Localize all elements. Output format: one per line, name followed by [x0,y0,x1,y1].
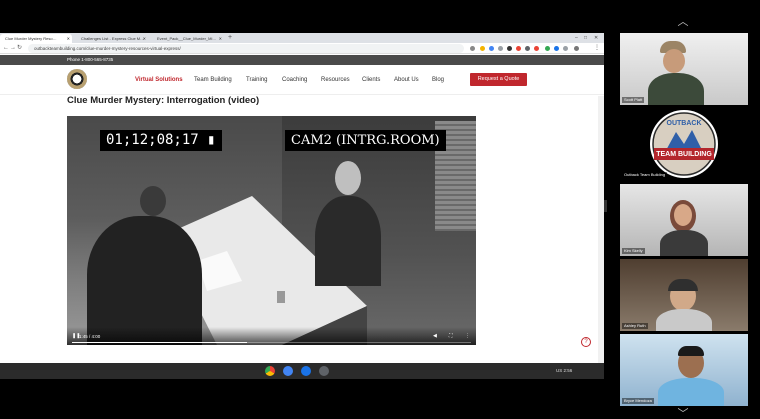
back-arrow-icon[interactable]: ← [3,44,9,53]
url-text: outbackteambuilding.com/clue-murder-myst… [34,46,181,51]
video-progress-fill [72,341,247,343]
page-scrollbar[interactable] [598,96,604,379]
shared-screen: Clue Murder Mystery Reso… ✕ Challenges L… [0,33,604,379]
suspect-head [335,161,361,195]
extension-icon[interactable] [516,46,521,51]
extension-icon[interactable] [507,46,512,51]
participant-tile[interactable]: Kim Skelly [620,184,748,256]
nav-clients[interactable]: Clients [362,77,380,83]
browser-tab-active[interactable]: Clue Murder Mystery Reso… ✕ [0,34,72,43]
participant-name: Bryce Mendoza [622,398,654,404]
recorder-device [277,291,285,303]
detective-body [87,216,202,345]
participant-tile[interactable]: OUTBACK TEAM BUILDING Outback Team Build… [620,108,748,180]
video-progress-bar[interactable] [72,341,471,343]
nav-team-building[interactable]: Team Building [194,77,232,83]
page-title: Clue Murder Mystery: Interrogation (vide… [67,95,260,106]
nav-resources[interactable]: Resources [321,77,350,83]
extension-icon[interactable] [525,46,530,51]
tab-close-icon[interactable]: ✕ [219,34,222,43]
gallery-up-chevron-icon[interactable]: ︿ [674,17,692,28]
participant-tile-active-speaker[interactable]: Bryce Mendoza [620,334,748,406]
participant-name: Outback Team Building [622,172,668,178]
outback-logo [650,110,718,178]
extension-icon[interactable] [554,46,559,51]
timecode-text: 01;12;08;17 [106,132,199,148]
request-quote-button[interactable]: Request a Quote [470,73,527,86]
participant-tile[interactable]: Scott Platt [620,33,748,105]
os-taskbar: US 2:56 [0,363,604,379]
nav-virtual-solutions[interactable]: Virtual Solutions [135,77,183,83]
nav-blog[interactable]: Blog [432,77,444,83]
participant-face [674,204,692,226]
tab-label: Event_Pack__Clue_Murder_Mi… [157,36,217,41]
video-timecode: 01;12;08;17 ▮ [100,130,222,151]
browser-tab[interactable]: Challenges List - Express Clue M… ✕ [76,34,148,43]
nav-about-us[interactable]: About Us [394,77,419,83]
nav-coaching[interactable]: Coaching [282,77,307,83]
system-tray[interactable]: US 2:56 [556,366,572,376]
video-controls: ❚❚ 1:45 / 4:00 ◀ ⛶ ⋮ [67,327,476,345]
participant-body [660,230,708,256]
tab-label: Clue Murder Mystery Reso… [5,36,57,41]
profile-avatar[interactable] [574,46,579,51]
video-time: 1:45 / 4:00 [79,334,101,339]
app-icon[interactable] [319,366,329,376]
files-app-icon[interactable] [283,366,293,376]
logo-bottom-text: TEAM BUILDING [656,151,712,158]
more-options-icon[interactable]: ⋮ [465,333,470,339]
site-logo[interactable] [67,69,87,89]
chrome-app-icon[interactable] [265,366,275,376]
extension-icon[interactable] [534,46,539,51]
participant-name: Ashley Ruth [622,323,648,329]
browser-tab-bar: Clue Murder Mystery Reso… ✕ Challenges L… [0,33,604,43]
participant-body [648,73,704,105]
video-player[interactable]: 01;12;08;17 ▮ CAM2 (INTRG.ROOM) ❚❚ 1:45 … [67,116,476,345]
volume-icon[interactable]: ◀ [433,333,437,339]
tab-close-icon[interactable]: ✕ [143,34,146,43]
browser-tab[interactable]: Event_Pack__Clue_Murder_Mi… ✕ [152,34,224,43]
minimize-icon[interactable]: – [575,33,578,43]
tab-close-icon[interactable]: ✕ [67,34,70,43]
record-indicator-icon: ▮ [207,132,216,148]
zoom-meeting-window: Clue Murder Mystery Reso… ✕ Challenges L… [0,0,760,419]
forward-arrow-icon[interactable]: → [10,44,16,53]
participant-hair [678,346,704,356]
camera-label: CAM2 (INTRG.ROOM) [285,130,446,151]
reload-icon[interactable]: ↻ [17,44,22,53]
logo-top-text: OUTBACK [666,120,702,127]
nav-training[interactable]: Training [246,77,267,83]
gallery-down-chevron-icon[interactable]: ﹀ [674,409,692,419]
address-bar[interactable]: outbackteambuilding.com/clue-murder-myst… [28,44,464,53]
participant-tile[interactable]: Ashley Ruth [620,259,748,331]
phone-banner: Phone 1-800-565-8735 [0,55,604,65]
new-tab-button[interactable]: + [228,33,232,43]
participant-face [663,49,685,73]
extension-icon[interactable] [498,46,503,51]
site-header: Virtual Solutions Team Building Training… [0,65,604,95]
suspect-body [315,196,381,286]
maximize-icon[interactable]: □ [584,33,587,43]
tab-label: Challenges List - Express Clue M… [81,36,145,41]
participant-name: Kim Skelly [622,248,645,254]
fullscreen-icon[interactable]: ⛶ [449,333,453,339]
phone-number[interactable]: Phone 1-800-565-8735 [67,57,113,62]
panel-resize-handle[interactable] [604,200,607,212]
participant-body [656,309,712,331]
extension-icon[interactable] [489,46,494,51]
zoom-app-icon[interactable] [301,366,311,376]
detective-head [140,186,166,216]
browser-menu-icon[interactable]: ⋮ [594,44,600,53]
extension-icon[interactable] [480,46,485,51]
participant-name: Scott Platt [622,97,645,103]
bookmark-star-icon[interactable] [470,46,475,51]
close-window-icon[interactable]: ✕ [594,33,598,43]
browser-toolbar: ← → ↻ outbackteambuilding.com/clue-murde… [0,43,604,54]
extension-icon[interactable] [545,46,550,51]
participant-body [658,378,724,406]
help-icon[interactable]: ? [581,337,591,347]
extension-icon[interactable] [563,46,568,51]
headphones-icon [668,279,698,291]
